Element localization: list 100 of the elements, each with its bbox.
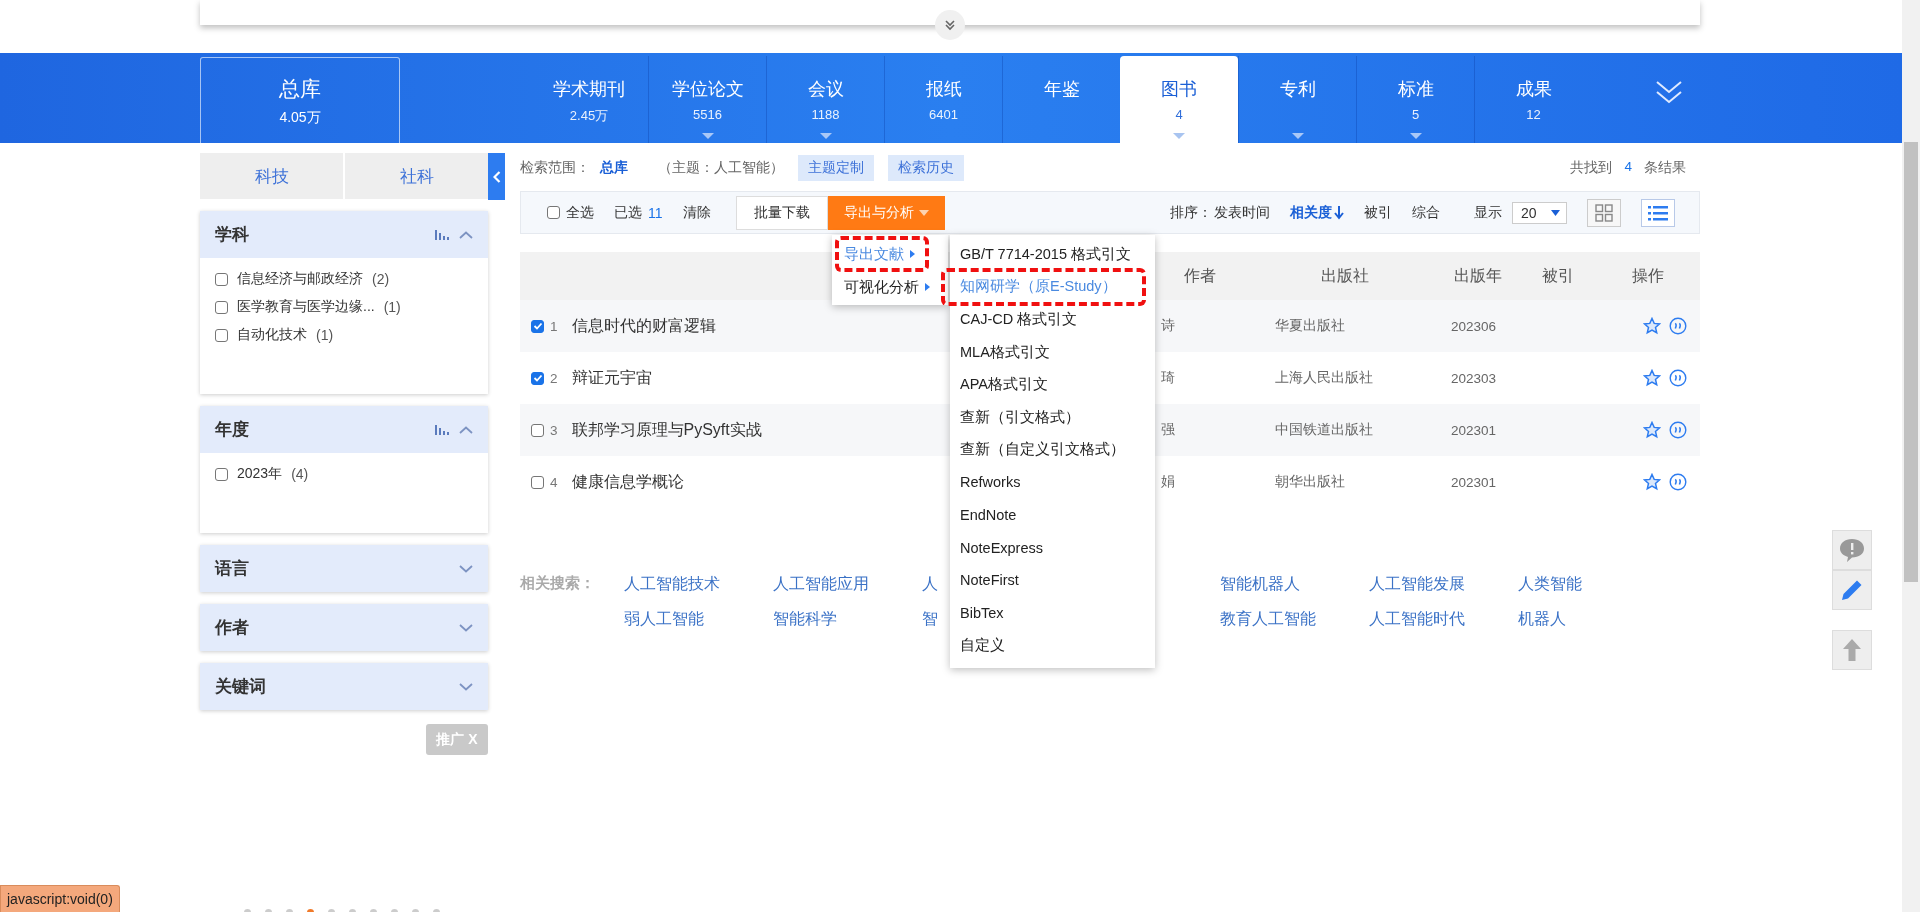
sort-option[interactable]: 相关度 [1290,203,1344,222]
quote-icon[interactable] [1669,317,1687,335]
speech-bubble-icon [1838,537,1866,563]
database-tab[interactable]: 成果 12 [1474,56,1592,143]
tab-label: 总库 [279,75,321,102]
collapse-sidebar-button[interactable] [488,153,505,200]
related-search-link[interactable]: 人工智能发展 [1369,574,1518,595]
checkbox[interactable] [531,475,544,489]
quote-icon[interactable] [1669,421,1687,439]
menu-item[interactable]: 导出文献 [838,239,926,269]
author-name[interactable]: 琦 [1161,370,1175,385]
menu-item[interactable]: MLA格式引文 [950,335,1155,369]
bar-chart-icon[interactable] [435,424,449,435]
author-name[interactable]: 娟 [1161,474,1175,489]
checkbox[interactable] [531,423,544,437]
menu-item[interactable]: BibTex [950,596,1155,630]
selected-count: 11 [648,204,663,221]
menu-item[interactable]: GB/T 7714-2015 格式引文 [950,238,1155,271]
menu-item[interactable]: 自定义 [950,629,1155,662]
sort-option[interactable]: 被引 [1364,203,1392,222]
book-title-link[interactable]: 健康信息学概论 [571,471,684,493]
back-to-top-button[interactable] [1832,630,1872,670]
select-all-label[interactable]: 全选 [566,203,594,222]
facet-header[interactable]: 学科 [200,211,488,258]
star-icon[interactable] [1643,317,1661,335]
database-tab[interactable]: 标准 5 [1356,56,1474,143]
filter-label[interactable]: 2023年 [237,465,283,483]
menu-item[interactable]: Refworks [950,466,1155,499]
quote-icon[interactable] [1669,369,1687,387]
sort-option[interactable]: 综合 [1412,203,1440,222]
menu-item[interactable]: CAJ-CD 格式引文 [950,303,1155,336]
book-title-link[interactable]: 联邦学习原理与PySyft实战 [571,419,762,441]
related-search-link[interactable]: 智能科学 [773,609,922,630]
menu-item[interactable]: 查新（引文格式） [950,400,1155,434]
menu-item[interactable]: NoteFirst [950,563,1155,597]
related-search-link[interactable]: 人类智能 [1518,574,1667,595]
database-tab[interactable]: 学位论文 5516 [648,56,766,143]
database-tab[interactable]: 专利 [1238,56,1356,143]
facet-header[interactable]: 语言 [200,545,488,592]
star-icon[interactable] [1643,369,1661,387]
filter-label[interactable]: 信息经济与邮政经济 [237,270,363,288]
checkbox[interactable] [215,300,228,314]
database-tab[interactable]: 会议 1188 [766,56,884,143]
display-label: 显示 [1474,203,1502,222]
grid-view-button[interactable] [1587,198,1621,227]
category-tab[interactable]: 科技 [200,153,343,199]
row-number: 2 [550,370,558,386]
author-name[interactable]: 诗 [1161,318,1175,333]
scrollbar-thumb[interactable] [1904,142,1918,582]
menu-item[interactable]: NoteExpress [950,531,1155,564]
related-search-link[interactable]: 弱人工智能 [624,609,773,630]
filter-label[interactable]: 自动化技术 [237,326,307,344]
page-size-select[interactable]: 20 [1512,201,1567,224]
checkbox[interactable] [547,206,560,219]
star-icon[interactable] [1643,473,1661,491]
menu-item[interactable]: APA格式引文 [950,368,1155,401]
quote-icon[interactable] [1669,473,1687,491]
bar-chart-icon[interactable] [435,229,449,240]
related-search-link[interactable]: 智能机器人 [1220,574,1369,595]
scope-value[interactable]: 总库 [600,159,628,177]
chevron-down-icon [459,564,473,573]
clear-link[interactable]: 清除 [682,203,711,222]
expand-button[interactable] [935,10,965,40]
checkbox[interactable] [531,319,544,333]
author-name[interactable]: 强 [1161,422,1175,437]
checkbox[interactable] [215,272,228,286]
help-button[interactable] [1832,530,1872,570]
batch-download-button[interactable]: 批量下载 [735,195,828,230]
tab-count: 5 [1411,107,1420,122]
related-search-link[interactable]: 人工智能应用 [773,574,922,595]
facet-header[interactable]: 年度 [200,406,488,453]
book-title-link[interactable]: 辩证元宇宙 [571,367,652,389]
filter-label[interactable]: 医学教育与医学边缘... [237,298,375,316]
checkbox[interactable] [215,467,228,481]
total-tab[interactable]: 总库 4.05万 [200,57,400,143]
related-search-link[interactable]: 教育人工智能 [1220,609,1369,630]
arrow-up-icon [1842,638,1862,662]
grid-icon [1595,203,1613,222]
star-icon[interactable] [1643,421,1661,439]
related-search-link[interactable]: 人工智能时代 [1369,609,1518,630]
facet-header[interactable]: 关键词 [200,663,488,710]
book-title-link[interactable]: 信息时代的财富逻辑 [571,315,716,337]
menu-item[interactable]: 查新（自定义引文格式） [950,433,1155,467]
list-view-button[interactable] [1641,198,1675,227]
menu-item[interactable]: EndNote [950,498,1155,532]
database-tab[interactable]: 学术期刊 2.45万 [530,56,648,143]
query-text: （主题：人工智能） [658,159,784,177]
checkbox[interactable] [215,328,228,342]
feedback-button[interactable] [1832,570,1872,610]
checkbox[interactable] [531,371,544,385]
category-tab[interactable]: 社科 [345,153,488,199]
double-chevron-icon[interactable] [1655,78,1683,106]
sort-option[interactable]: 发表时间 [1214,203,1270,222]
facet-header[interactable]: 作者 [200,604,488,651]
search-button[interactable]: 检索历史 [888,155,964,181]
related-search-link[interactable]: 机器人 [1518,609,1667,630]
database-tab[interactable]: 图书 4 [1120,56,1238,143]
search-button[interactable]: 主题定制 [798,155,874,181]
database-tab[interactable]: 报纸 6401 [884,56,1002,143]
related-search-link[interactable]: 人工智能技术 [624,574,773,595]
